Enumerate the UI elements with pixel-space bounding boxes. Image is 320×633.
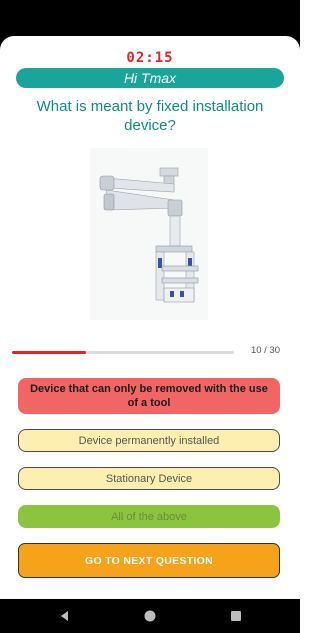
screen-corner-right	[286, 36, 300, 50]
answer-option-3[interactable]: Stationary Device	[18, 467, 280, 490]
answer-option-1[interactable]: Device that can only be removed with the…	[18, 378, 280, 414]
countdown-timer: 02:15	[126, 50, 174, 66]
next-question-button[interactable]: GO TO NEXT QUESTION	[18, 543, 280, 578]
screen-corner-left	[0, 36, 14, 50]
progress-bar	[12, 351, 234, 354]
answer-option-4[interactable]: All of the above	[18, 505, 280, 528]
progress-count: 10 / 30	[250, 345, 280, 356]
back-icon[interactable]	[56, 607, 74, 625]
answer-option-2[interactable]: Device permanently installed	[18, 429, 280, 452]
home-icon[interactable]	[141, 607, 159, 625]
status-bar	[0, 0, 300, 36]
greeting-banner: Hi Tmax	[16, 68, 284, 88]
progress-bar-fill	[12, 351, 86, 354]
recents-icon[interactable]	[227, 607, 245, 625]
medical-pendant-illustration	[99, 167, 199, 303]
system-navigation-bar	[0, 599, 300, 633]
question-text: What is meant by fixed installation devi…	[36, 98, 264, 134]
question-image	[90, 148, 208, 320]
